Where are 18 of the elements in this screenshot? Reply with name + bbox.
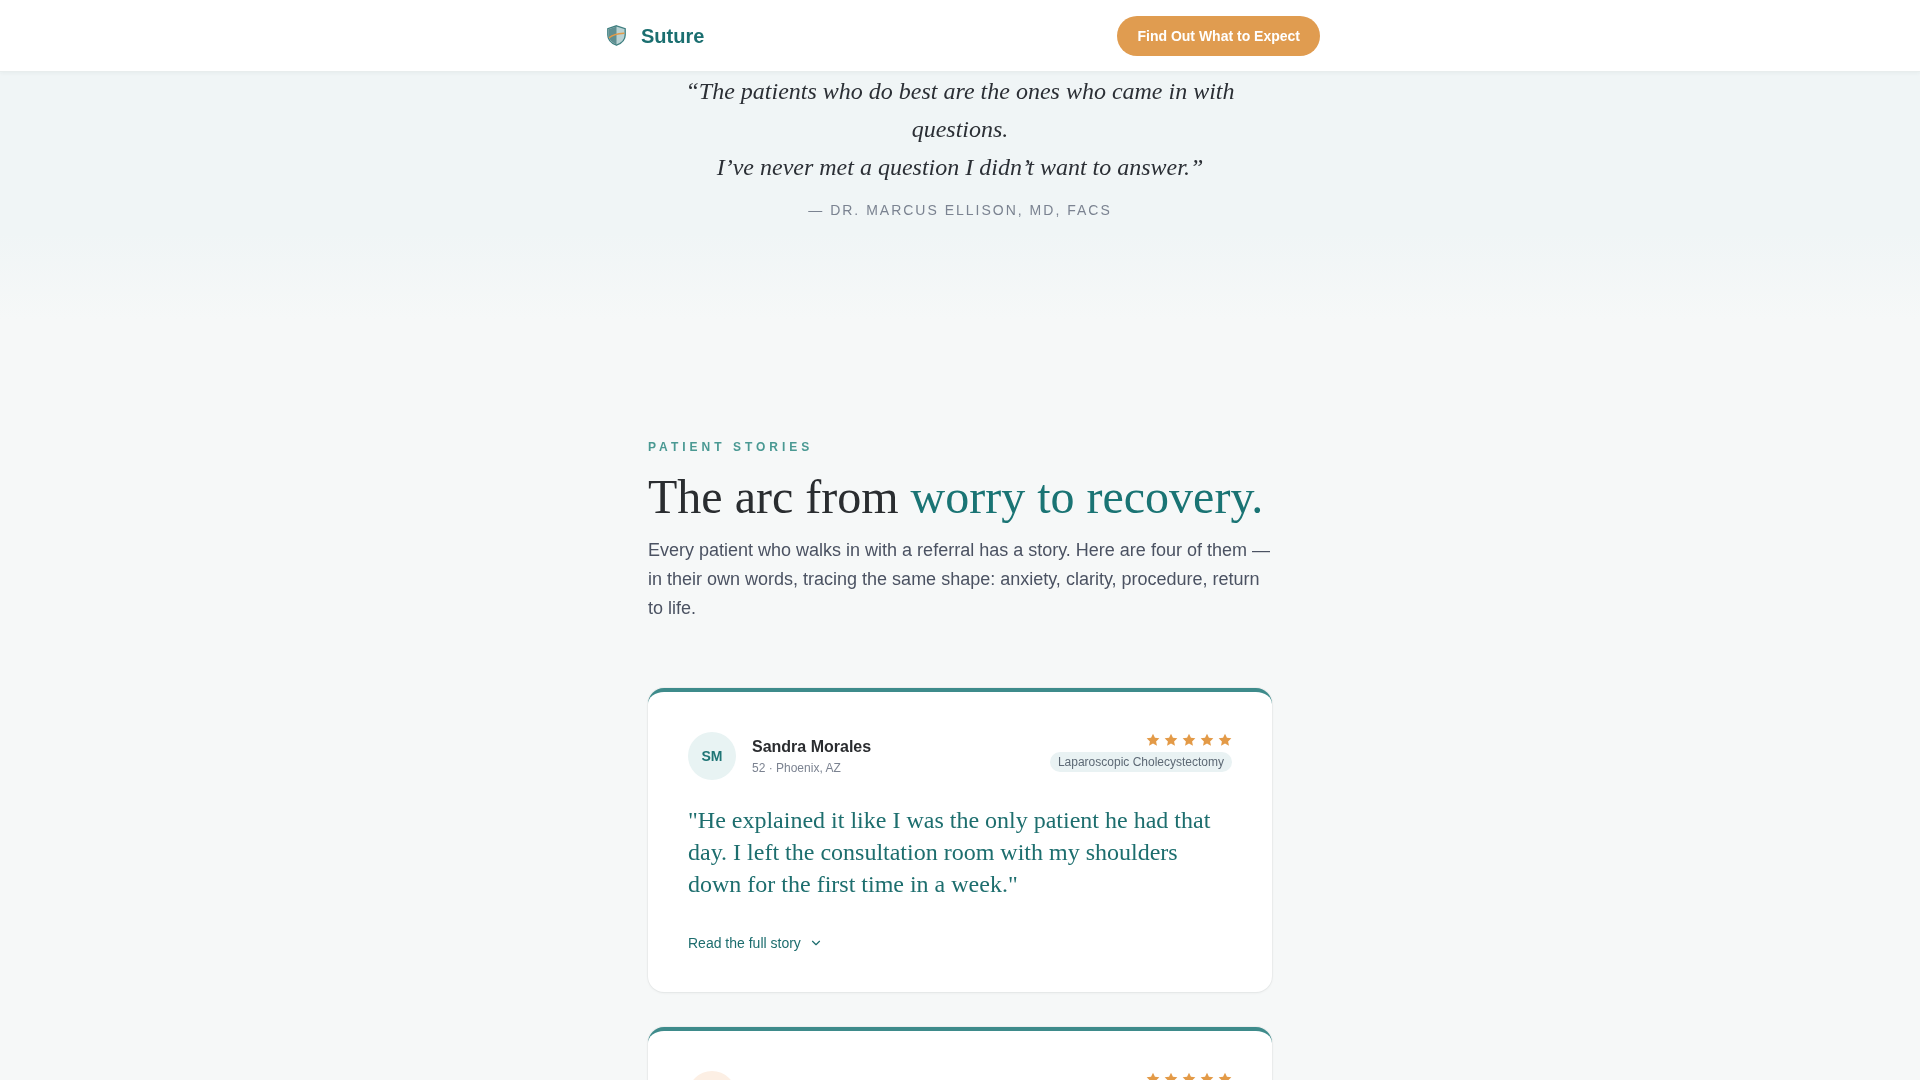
- star-icon: [1182, 733, 1196, 747]
- star-icon: [1200, 733, 1214, 747]
- patient-name: Sandra Morales: [752, 736, 872, 757]
- brand-name: Suture: [641, 23, 705, 48]
- shield-icon: [607, 25, 626, 46]
- read-more-link[interactable]: Read the full story: [688, 933, 823, 953]
- procedure-tag: Laparoscopic Cholecystectomy: [1049, 752, 1232, 772]
- star-icon: [1146, 733, 1160, 747]
- section-eyebrow: PATIENT STORIES: [648, 439, 815, 455]
- avatar: SM: [688, 732, 736, 780]
- story-quote: "He explained it like I was the only patient he had that day. I left the consultation room with my shoulders down for the first time in a week.": [688, 806, 1212, 899]
- section-intro: Every patient who walks in with a referral has a story. Here are four of them — in their own words, tracing the same shape: anxiety, clarity, procedure, return to life.: [648, 539, 1271, 620]
- patient-meta: 52 · Phoenix, AZ: [752, 759, 842, 776]
- star-icon: [1164, 733, 1178, 747]
- star-icon: [1218, 733, 1232, 747]
- quote-attribution: — DR. MARCUS ELLISON, MD, FACS: [808, 201, 1112, 220]
- section-heading: The arc from worry to recovery.: [648, 469, 1265, 524]
- quote-text: “The patients who do best are the ones who came in with questions. I’ve never met a question I didn’t want to answer.”: [684, 77, 1236, 182]
